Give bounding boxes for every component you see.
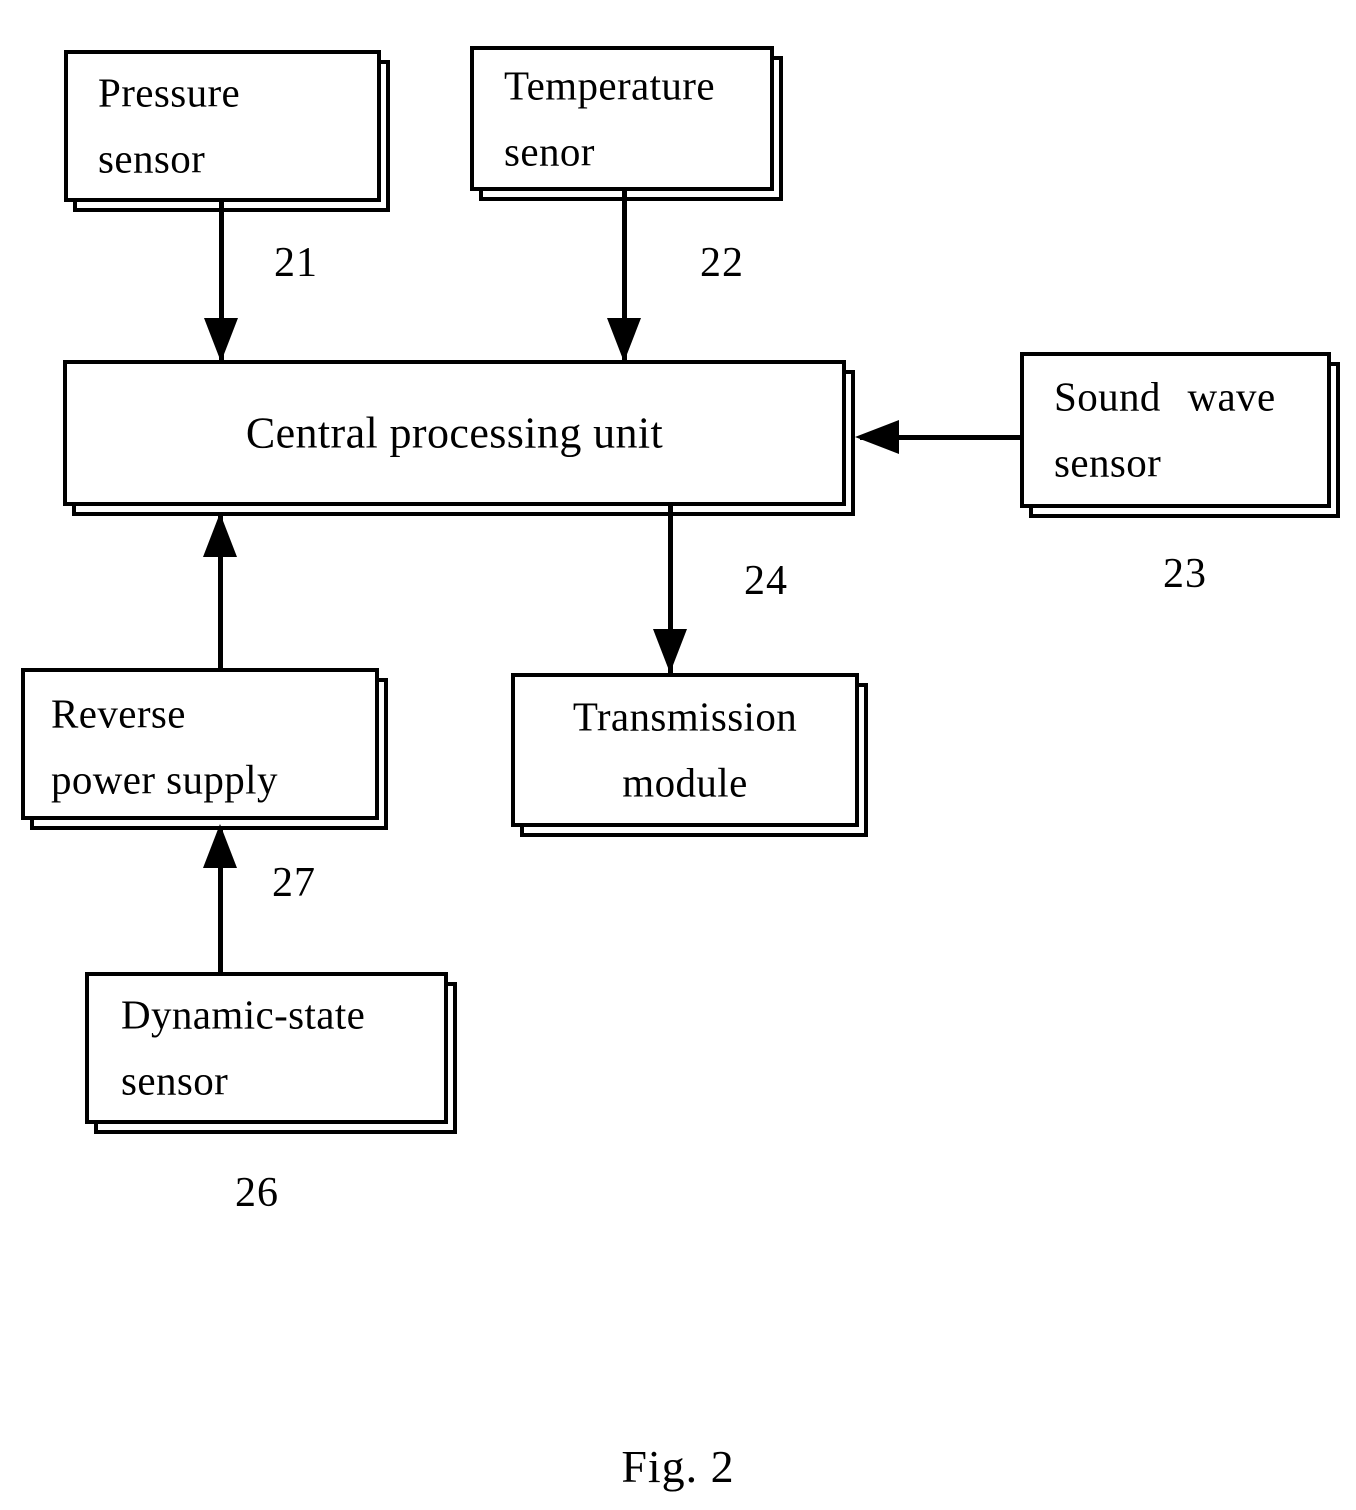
pressure-sensor-line1: Pressure (98, 69, 241, 116)
transmission-module-line1: Transmission (572, 693, 798, 740)
connector-pressure-to-cpu-arrowhead (204, 318, 238, 362)
dynamic-state-sensor-line2: sensor (121, 1058, 229, 1104)
reverse-power-supply-line1: Reverse (51, 690, 186, 737)
pressure-sensor-label: Pressure sensor (98, 60, 369, 193)
numeral-26: 26 (235, 1170, 279, 1216)
numeral-22: 22 (700, 240, 744, 286)
connector-soundwave-to-cpu-arrowhead (855, 420, 899, 454)
sound-wave-sensor-line2: sensor (1054, 440, 1162, 486)
connector-dynamic-to-power-arrowhead (203, 824, 237, 868)
temperature-sensor-line2: senor (504, 128, 595, 175)
reverse-power-supply-label: Reverse power supply (51, 680, 367, 813)
central-processing-unit-label: Central processing unit (67, 397, 842, 468)
connector-temperature-to-cpu-arrowhead (607, 318, 641, 362)
transmission-module-box: Transmission module (511, 673, 859, 827)
central-processing-unit-line1: Central processing unit (245, 408, 664, 458)
dynamic-state-sensor-line1: Dynamic-state (121, 991, 366, 1038)
pressure-sensor-box: Pressure sensor (64, 50, 381, 202)
dynamic-state-sensor-label: Dynamic-state sensor (121, 982, 436, 1115)
dynamic-state-sensor-box: Dynamic-state sensor (85, 972, 448, 1124)
transmission-module-line2: module (622, 760, 748, 806)
numeral-21: 21 (274, 240, 318, 286)
central-processing-unit-box: Central processing unit (63, 360, 846, 506)
temperature-sensor-line1: Temperature (504, 62, 715, 109)
numeral-23: 23 (1163, 551, 1207, 597)
figure-caption: Fig. 2 (621, 1441, 735, 1492)
connector-cpu-to-transmission-arrowhead (653, 629, 687, 673)
reverse-power-supply-box: Reverse power supply (21, 668, 379, 820)
reverse-power-supply-line2: power supply (51, 756, 278, 803)
numeral-24: 24 (744, 558, 788, 604)
connector-power-to-cpu-arrowhead (203, 513, 237, 557)
figure-canvas: Pressure sensor Temperature senor Sound … (0, 0, 1356, 1510)
pressure-sensor-line2: sensor (98, 136, 206, 182)
temperature-sensor-label: Temperature senor (504, 52, 762, 185)
sound-wave-sensor-box: Sound wave sensor (1020, 352, 1331, 508)
transmission-module-label: Transmission module (515, 684, 855, 817)
numeral-27: 27 (272, 860, 316, 906)
sound-wave-sensor-label: Sound wave sensor (1054, 364, 1319, 497)
sound-wave-sensor-line1: Sound wave (1054, 373, 1276, 420)
temperature-sensor-box: Temperature senor (470, 46, 774, 191)
